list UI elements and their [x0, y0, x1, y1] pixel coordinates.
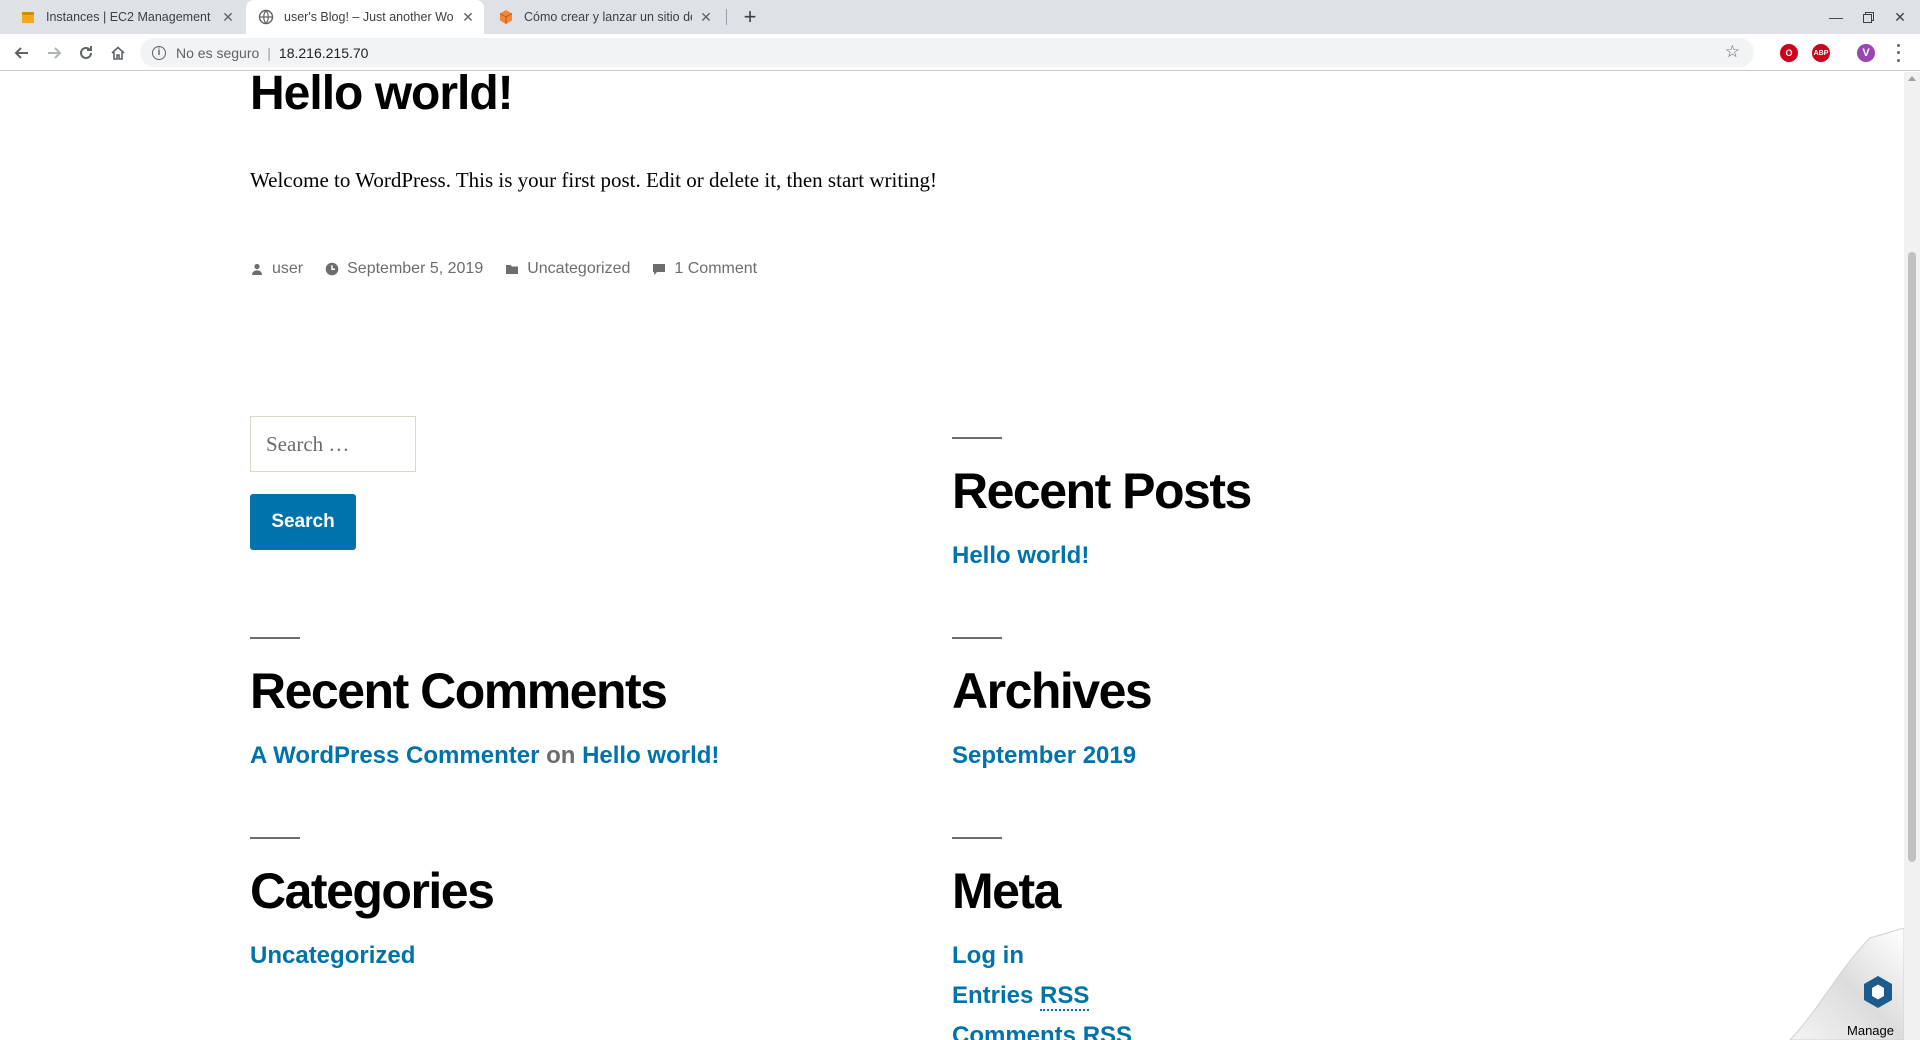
widget-separator [952, 837, 1002, 839]
security-status: No es seguro [176, 44, 260, 61]
forward-button[interactable] [40, 39, 68, 67]
search-button[interactable]: Search [250, 494, 356, 550]
categories-title: Categories [250, 863, 495, 919]
comments-link[interactable]: 1 Comment [674, 260, 757, 278]
comment-author-link[interactable]: A WordPress Commenter [250, 742, 539, 769]
recent-comments-title: Recent Comments [250, 663, 668, 719]
recent-comment-item: A WordPress Commenter on Hello world! [250, 742, 719, 770]
minimize-window-icon[interactable]: — [1820, 0, 1852, 34]
widget-separator [250, 837, 300, 839]
home-button[interactable] [104, 39, 132, 67]
archives-title: Archives [952, 663, 1153, 719]
clock-icon [325, 262, 339, 276]
page-scrollbar[interactable] [1904, 72, 1920, 1040]
author-link[interactable]: user [272, 260, 303, 278]
close-tab-icon[interactable]: ✕ [460, 9, 476, 26]
meta-title: Meta [952, 863, 1061, 919]
tab-label: user's Blog! – Just another WordPress si… [284, 10, 454, 24]
address-bar[interactable]: i No es seguro | 18.216.215.70 ☆ [140, 38, 1754, 67]
page-viewport: Hello world! Welcome to WordPress. This … [0, 72, 1904, 1040]
aws-cube-icon [499, 10, 513, 24]
person-icon [252, 263, 262, 275]
widget-separator [952, 637, 1002, 639]
tab-wordpress-blog[interactable]: user's Blog! – Just another WordPress si… [246, 0, 484, 34]
widget-separator [250, 637, 300, 639]
restore-window-icon[interactable] [1852, 0, 1884, 34]
date-link[interactable]: September 5, 2019 [347, 260, 483, 278]
comment-post-link[interactable]: Hello world! [582, 742, 719, 769]
tab-strip: Instances | EC2 Management Console ✕ use… [0, 0, 1920, 34]
scroll-up-arrow-icon[interactable] [1908, 76, 1916, 81]
reload-button[interactable] [72, 39, 100, 67]
profile-avatar[interactable]: V [1857, 44, 1875, 62]
tab-label: Cómo crear y lanzar un sitio de WordPres… [524, 10, 692, 24]
post-meta: user September 5, 2019 Uncategorized 1 C… [250, 260, 779, 278]
browser-menu-icon[interactable] [1890, 42, 1906, 64]
opera-extension-icon[interactable]: O [1780, 44, 1798, 62]
scrollbar-thumb[interactable] [1908, 252, 1916, 862]
tab-separator [726, 9, 727, 25]
back-button[interactable] [8, 39, 36, 67]
folder-icon [506, 265, 519, 274]
browser-toolbar: i No es seguro | 18.216.215.70 ☆ O ABP V [0, 34, 1920, 71]
close-tab-icon[interactable]: ✕ [220, 9, 236, 26]
tab-aws-tutorial[interactable]: Cómo crear y lanzar un sitio de WordPres… [486, 0, 722, 34]
post-author[interactable]: user [250, 260, 303, 278]
comments-rss-link[interactable]: Comments RSS [952, 1022, 1133, 1040]
archive-link[interactable]: September 2019 [952, 742, 1136, 770]
comment-icon [653, 264, 666, 275]
globe-icon [258, 9, 274, 25]
adblock-plus-icon[interactable]: ABP [1812, 44, 1830, 62]
post-body: Welcome to WordPress. This is your first… [250, 168, 937, 192]
rss-abbr: RSS [1040, 982, 1090, 1011]
widget-separator [952, 437, 1002, 439]
login-link[interactable]: Log in [952, 942, 1024, 970]
post-date[interactable]: September 5, 2019 [325, 260, 483, 278]
post-title[interactable]: Hello world! [250, 72, 514, 121]
tab-ec2-instances[interactable]: Instances | EC2 Management Console ✕ [8, 0, 244, 34]
info-icon[interactable]: i [152, 45, 166, 60]
rss-abbr: RSS [1082, 1022, 1133, 1040]
address-divider: | [267, 44, 271, 61]
manage-corner[interactable]: Manage [1789, 927, 1905, 1040]
post-comments[interactable]: 1 Comment [652, 260, 757, 278]
new-tab-button[interactable]: + [736, 3, 764, 31]
category-link[interactable]: Uncategorized [527, 260, 630, 278]
url-text[interactable]: 18.216.215.70 [279, 45, 369, 61]
comments-rss-prefix: Comments [952, 1022, 1077, 1040]
entries-rss-prefix: Entries [952, 982, 1034, 1009]
category-widget-link[interactable]: Uncategorized [250, 942, 415, 970]
close-tab-icon[interactable]: ✕ [698, 9, 714, 26]
manage-label[interactable]: Manage [1847, 1023, 1894, 1038]
recent-post-link[interactable]: Hello world! [952, 542, 1089, 570]
tab-label: Instances | EC2 Management Console [46, 10, 214, 24]
comment-joiner: on [546, 742, 576, 769]
search-input[interactable]: Search … [250, 416, 416, 472]
close-window-icon[interactable]: ✕ [1884, 0, 1916, 34]
post-category[interactable]: Uncategorized [505, 260, 630, 278]
bookmark-star-icon[interactable]: ☆ [1725, 42, 1740, 62]
recent-posts-title: Recent Posts [952, 463, 1252, 519]
aws-box-icon [22, 12, 34, 23]
entries-rss-link[interactable]: Entries RSS [952, 982, 1090, 1011]
